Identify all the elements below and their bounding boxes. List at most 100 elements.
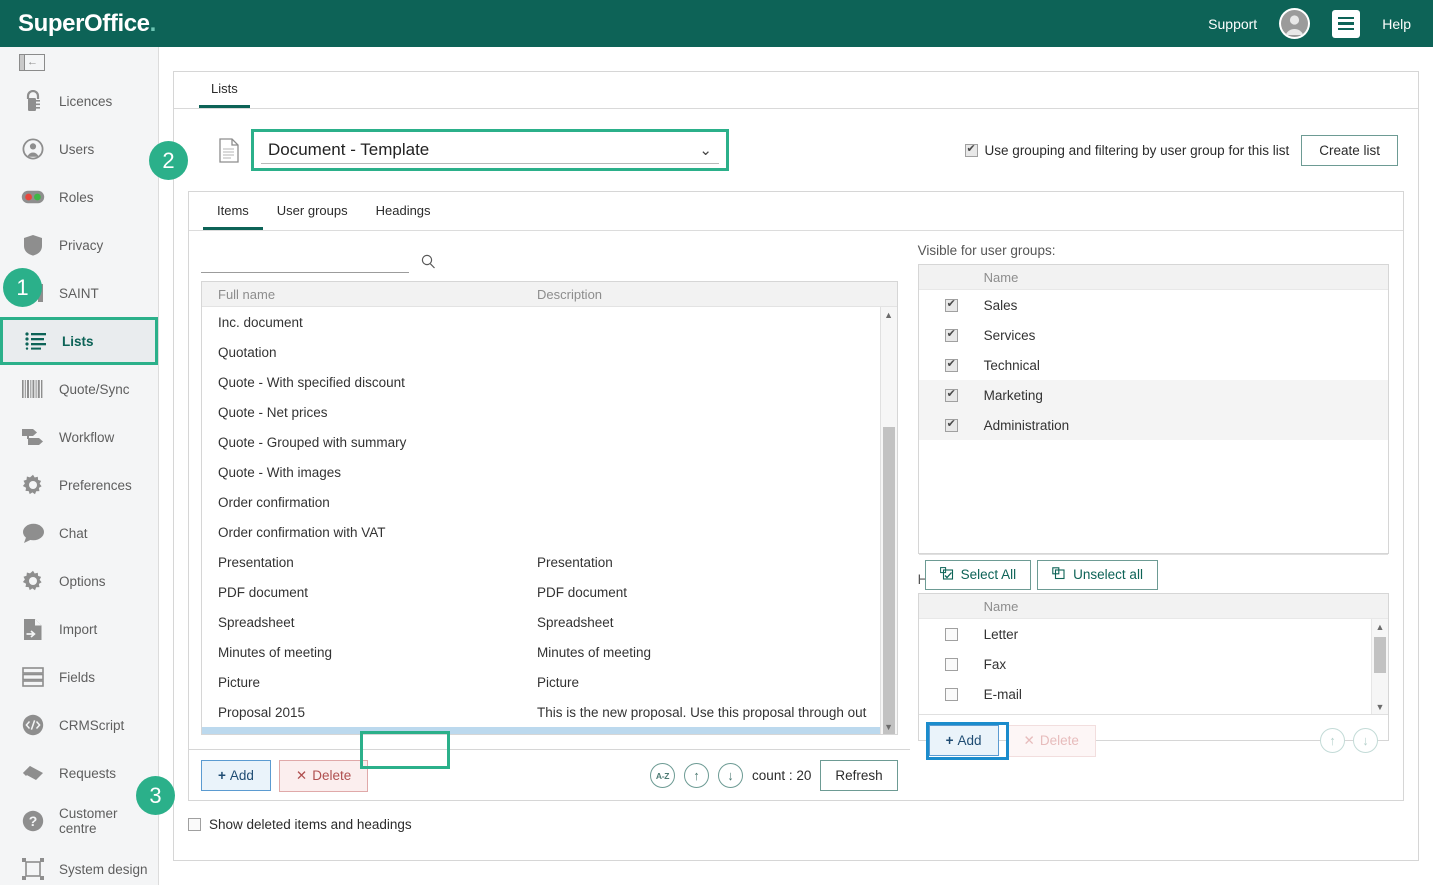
list-item[interactable]: E-mail [919, 679, 1388, 709]
items-grid-scrollbar[interactable]: ▲ ▼ [880, 307, 897, 734]
arrow-down-icon[interactable]: ↓ [1353, 728, 1378, 753]
column-header-full-name[interactable]: Full name [202, 287, 537, 302]
tab-headings[interactable]: Headings [362, 192, 445, 230]
sidebar-item-system-design[interactable]: System design [0, 845, 158, 893]
collapse-panel-icon[interactable]: ← [19, 54, 45, 71]
table-row[interactable]: Order confirmation with VAT [202, 517, 897, 547]
sidebar-item-label: Fields [59, 670, 95, 685]
sidebar-item-lists[interactable]: Lists [0, 317, 158, 365]
list-item[interactable]: Technical [919, 350, 1388, 380]
table-row[interactable]: Proposal 2015This is the new proposal. U… [202, 697, 897, 727]
heading-checkbox[interactable] [919, 658, 984, 671]
unselect-all-button[interactable]: Unselect all [1037, 560, 1158, 590]
delete-heading-button[interactable]: ✕ Delete [1007, 725, 1096, 757]
list-item[interactable]: Marketing [919, 380, 1388, 410]
table-row[interactable]: Minutes of meetingMinutes of meeting [202, 637, 897, 667]
table-row[interactable]: Quote - Grouped with summary [202, 427, 897, 457]
sort-alpha-icon[interactable]: A-Z [650, 763, 675, 788]
sidebar-item-users[interactable]: Users [0, 125, 158, 173]
cell-description: Minutes of meeting [537, 645, 897, 660]
sidebar-item-privacy[interactable]: Privacy [0, 221, 158, 269]
heading-checkbox[interactable] [919, 688, 984, 701]
usergroup-checkbox[interactable] [919, 359, 984, 372]
sidebar-item-label: Workflow [59, 430, 114, 445]
usergroup-checkbox[interactable] [919, 329, 984, 342]
arrow-up-icon[interactable]: ↑ [1320, 728, 1345, 753]
table-row[interactable]: Quote - With specified discount [202, 367, 897, 397]
table-row[interactable]: Order confirmation [202, 487, 897, 517]
search-input[interactable] [201, 251, 409, 273]
headings-scrollbar[interactable]: ▲ ▼ [1371, 619, 1388, 714]
sidebar-item-roles[interactable]: Roles [0, 173, 158, 221]
grouping-filter-checkbox-box[interactable] [965, 144, 978, 157]
help-link[interactable]: Help [1382, 16, 1411, 32]
sidebar-item-licences[interactable]: Licences [0, 77, 158, 125]
delete-item-button[interactable]: ✕ Delete [279, 760, 368, 792]
sidebar-item-customer-centre[interactable]: ?Customer centre [0, 797, 158, 845]
sidebar-item-workflow[interactable]: Workflow [0, 413, 158, 461]
heading-checkbox[interactable] [919, 628, 984, 641]
table-row[interactable]: SpreadsheetSpreadsheet [202, 607, 897, 637]
arrow-down-icon[interactable]: ↓ [718, 763, 743, 788]
arrow-up-icon[interactable]: ↑ [684, 763, 709, 788]
table-row[interactable]: PDF documentPDF document [202, 577, 897, 607]
scroll-down-icon[interactable]: ▼ [881, 719, 897, 734]
refresh-button[interactable]: Refresh [820, 760, 897, 791]
search-icon[interactable] [421, 254, 436, 272]
show-deleted-checkbox-box[interactable] [188, 818, 201, 831]
show-deleted-checkbox[interactable]: Show deleted items and headings [188, 817, 1418, 832]
grouping-filter-checkbox[interactable]: Use grouping and filtering by user group… [965, 143, 1290, 158]
table-row[interactable]: PresentationPresentation [202, 547, 897, 577]
usergroup-checkbox[interactable] [919, 419, 984, 432]
list-type-select[interactable]: Document - Template ⌄ [251, 129, 729, 171]
sidebar-item-requests[interactable]: Requests [0, 749, 158, 797]
ticket-icon [17, 763, 49, 783]
sidebar-item-chat[interactable]: Chat [0, 509, 158, 557]
table-row[interactable]: Sales Proposal [202, 727, 897, 735]
table-row[interactable]: Quote - Net prices [202, 397, 897, 427]
question-circle-icon: ? [17, 810, 49, 832]
list-item[interactable]: Administration [919, 410, 1388, 440]
items-grid-header: Full name Description [202, 282, 897, 307]
headings-scroll-down-icon[interactable]: ▼ [1372, 699, 1388, 714]
table-row[interactable]: Quotation [202, 337, 897, 367]
sidebar-item-crmscript[interactable]: CRMScript [0, 701, 158, 749]
unselect-all-label: Unselect all [1073, 567, 1143, 582]
tab-lists[interactable]: Lists [199, 72, 250, 108]
usergroup-checkbox[interactable] [919, 389, 984, 402]
list-item[interactable]: Sales [919, 290, 1388, 320]
table-row[interactable]: PicturePicture [202, 667, 897, 697]
sidebar-collapse-row[interactable]: ← [0, 47, 158, 77]
cell-full-name: Sales Proposal [202, 735, 537, 736]
table-row[interactable]: Inc. document [202, 307, 897, 337]
support-link[interactable]: Support [1208, 16, 1257, 32]
scroll-up-icon[interactable]: ▲ [881, 307, 897, 322]
cell-full-name: Order confirmation with VAT [202, 525, 537, 540]
brand-text: SuperOffice [18, 10, 150, 37]
list-item[interactable]: Fax [919, 649, 1388, 679]
create-list-button[interactable]: Create list [1301, 135, 1398, 166]
add-item-button[interactable]: + Add [201, 760, 271, 791]
user-avatar-icon[interactable] [1279, 8, 1310, 39]
table-row[interactable]: Quote - With images [202, 457, 897, 487]
tab-items[interactable]: Items [203, 192, 263, 230]
headings-scrollbar-thumb[interactable] [1374, 637, 1386, 673]
sidebar-item-fields[interactable]: Fields [0, 653, 158, 701]
select-all-button[interactable]: Select All [925, 560, 1032, 590]
scrollbar-thumb[interactable] [883, 427, 895, 735]
cell-full-name: PDF document [202, 585, 537, 600]
cell-description: Presentation [537, 555, 897, 570]
list-item[interactable]: Letter [919, 619, 1388, 649]
add-heading-button[interactable]: + Add [929, 725, 999, 756]
sidebar-item-options[interactable]: Options [0, 557, 158, 605]
cell-full-name: Quote - Grouped with summary [202, 435, 537, 450]
tab-user-groups[interactable]: User groups [263, 192, 362, 230]
hamburger-menu-icon[interactable] [1332, 10, 1360, 38]
sidebar-item-quote-sync[interactable]: Quote/Sync [0, 365, 158, 413]
column-header-description[interactable]: Description [537, 287, 897, 302]
sidebar-item-import[interactable]: Import [0, 605, 158, 653]
usergroup-checkbox[interactable] [919, 299, 984, 312]
sidebar-item-preferences[interactable]: Preferences [0, 461, 158, 509]
headings-scroll-up-icon[interactable]: ▲ [1372, 619, 1388, 634]
list-item[interactable]: Services [919, 320, 1388, 350]
